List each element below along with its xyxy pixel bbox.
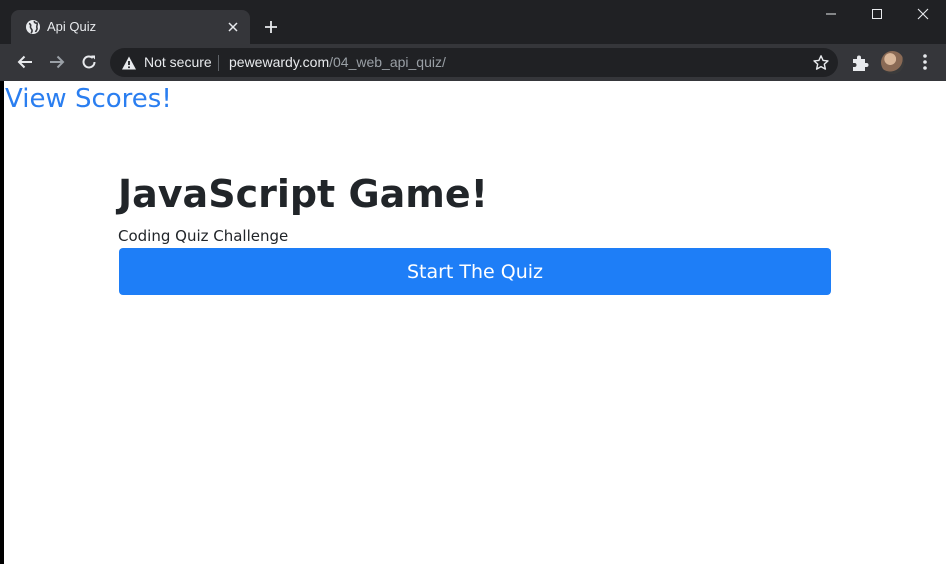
url-path: /04_web_api_quiz/	[329, 54, 446, 70]
url-text[interactable]: pewewardy.com/04_web_api_quiz/	[229, 54, 446, 71]
tab-api-quiz[interactable]: Api Quiz	[11, 10, 250, 44]
bookmark-star-icon[interactable]	[812, 54, 830, 72]
maximize-button[interactable]	[854, 0, 900, 28]
tab-close-icon[interactable]	[224, 18, 242, 36]
address-bar[interactable]: Not secure pewewardy.com/04_web_api_quiz…	[110, 48, 838, 77]
minimize-button[interactable]	[808, 0, 854, 28]
plus-icon	[265, 21, 277, 33]
page-content: View Scores! JavaScript Game! Coding Qui…	[4, 81, 946, 564]
reload-button[interactable]	[75, 48, 103, 76]
tab-title: Api Quiz	[47, 19, 97, 34]
close-icon	[917, 8, 929, 20]
url-host: pewewardy.com	[229, 54, 330, 70]
maximize-icon	[872, 9, 882, 19]
start-quiz-button[interactable]: Start The Quiz	[119, 248, 831, 295]
security-status[interactable]: Not secure	[144, 54, 212, 71]
view-scores-link[interactable]: View Scores!	[5, 83, 172, 115]
back-button[interactable]	[11, 48, 39, 76]
arrow-left-icon	[17, 55, 32, 69]
page-subtitle: Coding Quiz Challenge	[118, 227, 289, 245]
extensions-puzzle-icon[interactable]	[850, 53, 870, 73]
globe-icon	[25, 19, 41, 35]
arrow-right-icon	[50, 55, 65, 69]
warning-icon[interactable]	[121, 55, 137, 71]
address-separator	[218, 55, 219, 71]
minimize-icon	[826, 13, 836, 15]
page-title: JavaScript Game!	[118, 172, 488, 216]
profile-avatar[interactable]	[881, 51, 904, 74]
browser-window: Api Quiz Not secure pewewardy.com/04_web…	[0, 0, 946, 564]
close-window-button[interactable]	[900, 0, 946, 28]
tab-strip: Api Quiz	[0, 0, 946, 44]
more-vertical-icon[interactable]	[916, 52, 934, 72]
browser-toolbar: Not secure pewewardy.com/04_web_api_quiz…	[0, 44, 946, 81]
forward-button[interactable]	[43, 48, 71, 76]
new-tab-button[interactable]	[258, 14, 284, 40]
reload-icon	[82, 55, 96, 69]
